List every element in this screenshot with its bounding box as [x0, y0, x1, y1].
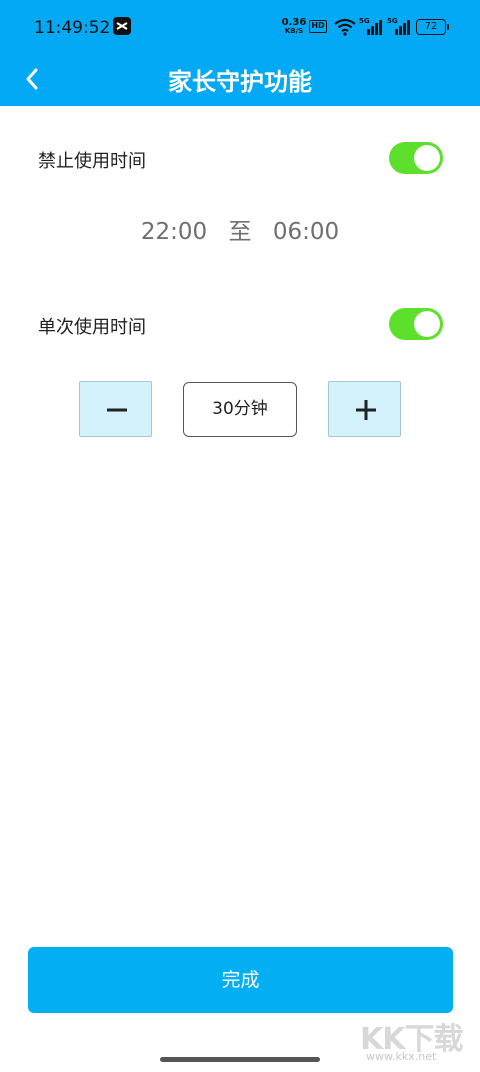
toggle-knob	[414, 311, 440, 337]
battery-icon: 72	[416, 19, 449, 35]
time-separator: 至	[228, 219, 252, 245]
network-speed: 0.36 KB/S	[281, 17, 307, 36]
ban-time-toggle[interactable]	[389, 142, 443, 174]
wifi-icon	[334, 18, 356, 40]
toggle-knob	[414, 145, 440, 171]
done-button[interactable]: 完成	[28, 947, 453, 1013]
watermark-url: www.kkx.net	[366, 1050, 437, 1063]
session-duration-value: 30分钟	[183, 382, 297, 437]
capcut-app-icon	[113, 17, 131, 35]
ban-end-time[interactable]: 06:00	[273, 219, 339, 245]
session-time-label: 单次使用时间	[38, 317, 146, 338]
title-bar: 家长守护功能	[0, 56, 480, 106]
page-title: 家长守护功能	[168, 68, 312, 96]
decrement-button[interactable]	[79, 381, 152, 437]
plus-icon	[356, 400, 376, 420]
signal-icon: 5G	[359, 17, 383, 40]
ban-time-range: 22:00 至 06:00	[0, 212, 480, 246]
home-indicator[interactable]	[160, 1057, 320, 1062]
minus-icon	[107, 408, 127, 412]
status-bar: 11:49:52 0.36 KB/S HD 5G 5G 72	[0, 0, 480, 56]
session-time-toggle[interactable]	[389, 308, 443, 340]
app-header: 11:49:52 0.36 KB/S HD 5G 5G 72 家长守护功能	[0, 0, 480, 106]
increment-button[interactable]	[328, 381, 401, 437]
ban-start-time[interactable]: 22:00	[141, 219, 207, 245]
watermark: KK下载 www.kkx.net	[360, 1010, 478, 1068]
signal-icon: 5G	[387, 17, 411, 40]
hd-voice-icon: HD	[309, 20, 327, 33]
ban-time-label: 禁止使用时间	[38, 151, 146, 172]
status-time: 11:49:52	[34, 18, 111, 38]
